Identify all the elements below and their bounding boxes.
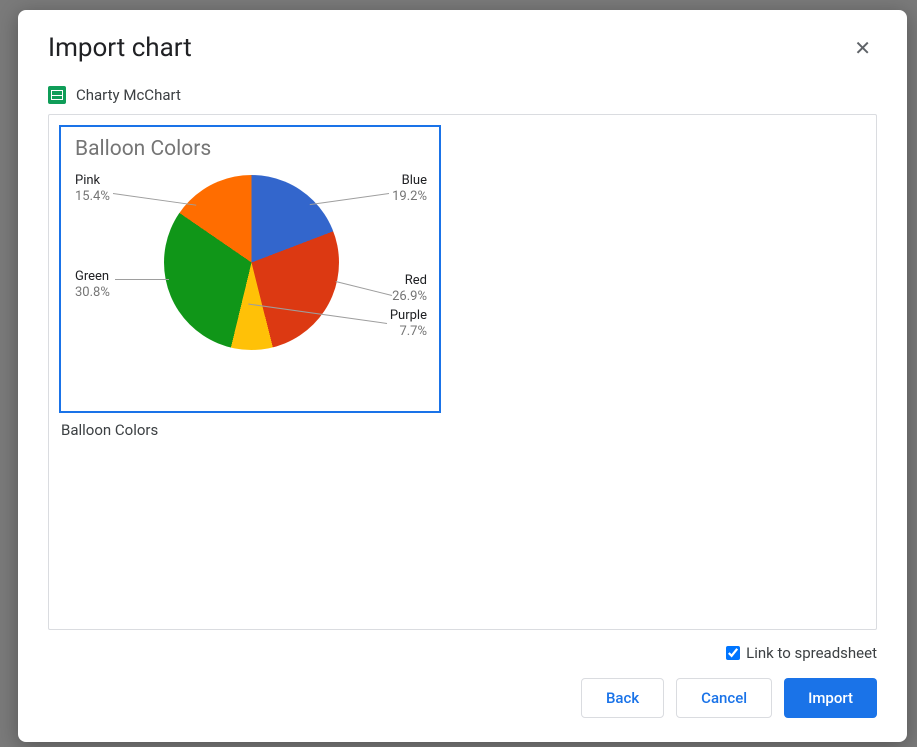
close-icon: ✕ [854,36,871,60]
cancel-button[interactable]: Cancel [676,678,772,718]
leader-line [336,281,393,296]
chart-card[interactable]: Balloon Colors Pink 15.4% Blue 19.2% [59,125,441,447]
dialog-title: Import chart [48,33,192,63]
slice-label-blue: Blue 19.2% [392,173,427,206]
chart-caption: Balloon Colors [59,413,441,447]
back-button[interactable]: Back [581,678,664,718]
chart-preview-title: Balloon Colors [75,137,425,161]
pie-slices [164,175,339,350]
slice-label-pink: Pink 15.4% [75,173,110,206]
import-chart-dialog: Import chart ✕ Charty McChart Balloon Co… [18,10,907,742]
leader-line [310,193,389,205]
link-to-spreadsheet-checkbox[interactable] [726,646,740,660]
chart-preview-selected: Balloon Colors Pink 15.4% Blue 19.2% [59,125,441,413]
source-row: Charty McChart [18,72,907,114]
source-file-name: Charty McChart [76,86,181,104]
pie-chart: Pink 15.4% Blue 19.2% Green 30.8% Red 26… [75,165,427,395]
slice-label-green: Green 30.8% [75,269,110,302]
dialog-footer: Back Cancel Import [18,662,907,742]
slice-label-red: Red 26.9% [392,273,427,306]
close-button[interactable]: ✕ [848,32,877,64]
link-to-spreadsheet-label[interactable]: Link to spreadsheet [746,644,877,662]
import-button[interactable]: Import [784,678,877,718]
google-sheets-icon [48,86,66,104]
leader-line [115,279,169,280]
leader-line [113,193,196,206]
slice-label-purple: Purple 7.7% [390,308,427,341]
dialog-header: Import chart ✕ [18,10,907,72]
link-option-row: Link to spreadsheet [18,630,907,662]
chart-selection-area: Balloon Colors Pink 15.4% Blue 19.2% [48,114,877,630]
